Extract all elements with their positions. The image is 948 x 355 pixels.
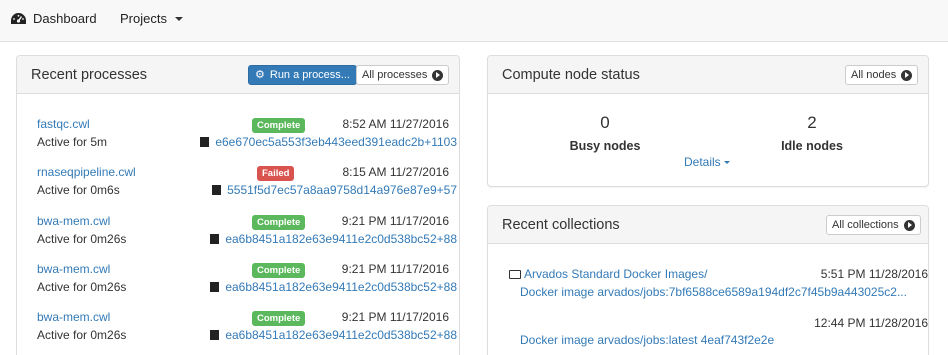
archive-icon <box>212 185 222 195</box>
busy-nodes-label: Busy nodes <box>569 139 641 153</box>
process-name-link[interactable]: bwa-mem.cwl <box>37 262 110 276</box>
compute-node-status-panel: Compute node status All nodes 0 Busy nod… <box>487 55 929 187</box>
process-name-link[interactable]: bwa-mem.cwl <box>37 310 110 324</box>
recent-processes-title: Recent processes <box>31 67 148 83</box>
compute-node-title: Compute node status <box>502 67 640 83</box>
recent-processes-heading: Recent processes ⚙ Run a process... All … <box>17 56 459 94</box>
idle-nodes-label: Idle nodes <box>781 139 843 153</box>
nav-dashboard[interactable]: Dashboard <box>10 11 97 26</box>
status-badge: Complete <box>252 215 306 230</box>
recent-collections-heading: Recent collections All collections <box>488 206 928 244</box>
recent-collections-panel: Recent collections All collections Arvad… <box>487 205 929 355</box>
process-timestamp: 8:15 AM 11/27/2016 <box>342 165 449 179</box>
compute-node-heading: Compute node status All nodes <box>488 56 928 94</box>
process-name-link[interactable]: rnaseqpipeline.cwl <box>37 165 136 179</box>
chevron-down-icon <box>174 16 183 21</box>
nav-projects-label: Projects <box>120 11 167 26</box>
recent-processes-panel: Recent processes ⚙ Run a process... All … <box>16 55 460 355</box>
process-row: bwa-mem.cwl Active for 0m26s Complete 9:… <box>37 262 457 302</box>
process-row: bwa-mem.cwl Active for 0m26s Complete 9:… <box>37 310 457 350</box>
process-row: bwa-mem.cwl Active for 0m26s Complete 9:… <box>37 214 457 254</box>
process-output-link[interactable]: ea6b8451a182e63e9411e2c0d538bc52+88 <box>210 328 457 342</box>
all-nodes-label: All nodes <box>851 69 897 81</box>
archive-icon <box>210 234 220 244</box>
dashboard-icon <box>11 12 26 24</box>
process-row: rnaseqpipeline.cwl Active for 0m6s Faile… <box>37 165 457 205</box>
recent-collections-title: Recent collections <box>502 217 620 233</box>
process-active-duration: Active for 5m <box>37 135 108 149</box>
collection-project[interactable]: Arvados Standard Docker Images/ <box>509 267 707 281</box>
process-name-link[interactable]: bwa-mem.cwl <box>37 214 110 228</box>
all-collections-button[interactable]: All collections <box>826 215 921 235</box>
status-badge: Complete <box>252 311 306 326</box>
process-active-duration: Active for 0m26s <box>37 280 127 294</box>
top-navbar: Dashboard Projects <box>0 0 948 42</box>
collection-timestamp: 5:51 PM 11/28/2016 <box>820 267 928 281</box>
details-toggle[interactable]: Details <box>684 155 730 169</box>
process-timestamp: 9:21 PM 11/17/2016 <box>341 262 449 276</box>
idle-nodes-stat: 2 Idle nodes <box>752 113 872 153</box>
process-row: fastqc.cwl Active for 5m Complete 8:52 A… <box>37 117 457 157</box>
folder-icon <box>509 270 521 279</box>
process-active-duration: Active for 0m26s <box>37 328 127 342</box>
archive-icon <box>210 330 220 340</box>
status-badge: Failed <box>257 166 295 181</box>
archive-icon <box>200 137 210 147</box>
arrow-circle-right-icon <box>901 69 913 81</box>
busy-nodes-stat: 0 Busy nodes <box>545 113 665 153</box>
all-collections-label: All collections <box>832 219 899 231</box>
all-processes-label: All processes <box>362 69 428 81</box>
process-output-hash: 5551f5d7ec57a8aa9758d14a976e87e9+57 <box>227 183 457 197</box>
process-timestamp: 8:52 AM 11/27/2016 <box>342 117 449 131</box>
process-active-duration: Active for 0m26s <box>37 232 127 246</box>
collection-timestamp: 12:44 PM 11/28/2016 <box>814 316 928 330</box>
nav-dashboard-label: Dashboard <box>33 11 97 26</box>
process-output-link[interactable]: ea6b8451a182e63e9411e2c0d538bc52+88 <box>210 232 457 246</box>
collection-name-link[interactable]: Docker image arvados/jobs:latest 4eaf743… <box>520 333 774 347</box>
arrow-circle-right-icon <box>903 219 915 231</box>
process-output-link[interactable]: ea6b8451a182e63e9411e2c0d538bc52+88 <box>210 280 457 294</box>
process-active-duration: Active for 0m6s <box>37 183 120 197</box>
nav-projects-dropdown[interactable]: Projects <box>120 11 183 26</box>
idle-nodes-count: 2 <box>807 113 817 132</box>
process-output-hash: ea6b8451a182e63e9411e2c0d538bc52+88 <box>225 328 457 342</box>
gear-icon: ⚙ <box>255 68 265 81</box>
arrow-circle-right-icon <box>432 69 444 81</box>
all-nodes-button[interactable]: All nodes <box>845 65 919 85</box>
status-badge: Complete <box>252 118 306 133</box>
collection-name-link[interactable]: Docker image arvados/jobs:7bf6588ce6589a… <box>520 285 907 299</box>
archive-icon <box>210 282 220 292</box>
process-name-link[interactable]: fastqc.cwl <box>37 117 90 131</box>
process-timestamp: 9:21 PM 11/17/2016 <box>341 214 449 228</box>
process-output-hash: e6e670ec5a553f3eb443eed391eadc2b+1103 <box>215 135 457 149</box>
process-output-hash: ea6b8451a182e63e9411e2c0d538bc52+88 <box>225 232 457 246</box>
run-process-button[interactable]: ⚙ Run a process... <box>248 65 357 85</box>
process-output-link[interactable]: 5551f5d7ec57a8aa9758d14a976e87e9+57 <box>212 183 457 197</box>
process-timestamp: 9:21 PM 11/17/2016 <box>341 310 449 324</box>
process-output-link[interactable]: e6e670ec5a553f3eb443eed391eadc2b+1103 <box>200 135 457 149</box>
run-process-label: Run a process... <box>269 69 350 81</box>
busy-nodes-count: 0 <box>600 113 610 132</box>
chevron-down-icon <box>723 161 730 165</box>
details-label: Details <box>684 155 721 169</box>
all-processes-button[interactable]: All processes <box>356 65 450 85</box>
process-output-hash: ea6b8451a182e63e9411e2c0d538bc52+88 <box>225 280 457 294</box>
status-badge: Complete <box>252 263 306 278</box>
collection-project-link[interactable]: Arvados Standard Docker Images/ <box>524 267 707 281</box>
